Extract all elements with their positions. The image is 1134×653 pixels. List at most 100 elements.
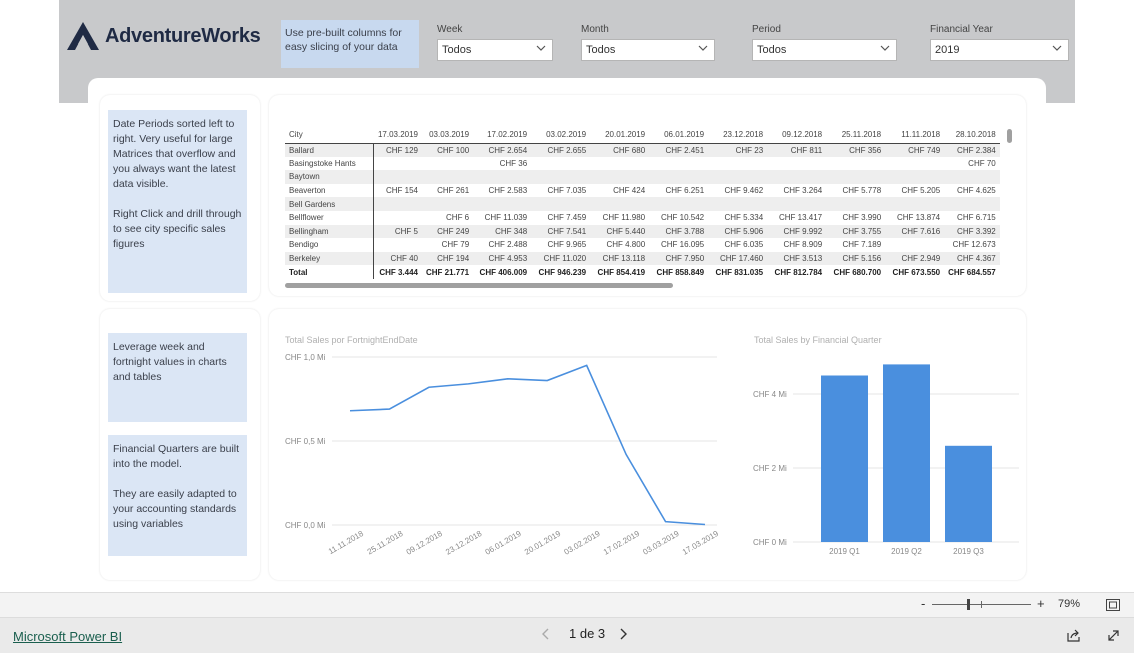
sales-cell[interactable]: CHF 3.513 [767, 251, 827, 266]
sales-cell[interactable]: CHF 424 [590, 184, 649, 198]
sales-cell[interactable] [649, 197, 709, 211]
quarter-bar[interactable] [945, 445, 992, 542]
sales-cell[interactable]: CHF 23 [708, 143, 768, 157]
sales-cell[interactable]: CHF 5.156 [826, 251, 886, 266]
sales-cell[interactable]: CHF 5.205 [885, 184, 944, 198]
sales-cell[interactable]: CHF 3.392 [944, 224, 1000, 239]
sales-cell[interactable]: CHF 6 [422, 211, 473, 225]
matrix-row[interactable]: Bell Gardens [285, 197, 1000, 211]
sales-cell[interactable] [649, 157, 708, 171]
sales-cell[interactable] [590, 170, 650, 184]
sales-cell[interactable]: CHF 70 [944, 157, 1000, 171]
sales-cell[interactable]: CHF 6.251 [649, 184, 708, 198]
sales-cell[interactable]: CHF 2.488 [473, 238, 531, 252]
sales-cell[interactable]: CHF 7.459 [531, 211, 590, 225]
column-header[interactable]: 17.03.2019 [373, 127, 422, 144]
sales-cell[interactable] [422, 197, 474, 211]
sales-cell[interactable] [885, 197, 945, 211]
matrix-row[interactable]: Berkeley CHF 40 CHF 194 CHF 4.953 CHF 11.020… [285, 251, 1000, 266]
city-cell[interactable]: Bellingham [285, 224, 374, 239]
period-dropdown[interactable]: Todos [752, 39, 897, 61]
sales-cell[interactable]: CHF 79 [422, 238, 473, 252]
zoom-slider-thumb[interactable] [967, 599, 970, 610]
sales-cell[interactable] [422, 157, 473, 171]
column-header[interactable]: 28.10.2018 [944, 127, 1000, 144]
sales-cell[interactable]: CHF 356 [826, 143, 886, 157]
sales-cell[interactable] [473, 170, 532, 184]
matrix-row[interactable]: Bellflower CHF 6 CHF 11.039 CHF 7.459 CHF 11… [285, 210, 1000, 225]
sales-cell[interactable]: CHF 11.980 [590, 211, 649, 225]
sales-cell[interactable]: CHF 7.541 [531, 224, 591, 239]
sales-cell[interactable] [826, 157, 885, 171]
sales-cell[interactable]: CHF 12.673 [944, 238, 1000, 252]
column-header[interactable]: 25.11.2018 [826, 127, 886, 144]
sales-cell[interactable]: CHF 129 [373, 143, 422, 157]
month-dropdown[interactable]: Todos [581, 39, 715, 61]
city-cell[interactable]: Berkeley [285, 251, 374, 266]
matrix-row[interactable]: Bellingham CHF 5 CHF 249 CHF 348 CHF 7.541 CH… [285, 224, 1000, 239]
sales-cell[interactable]: CHF 2.655 [531, 143, 591, 157]
sales-cell[interactable]: CHF 680 [590, 143, 650, 157]
sales-cell[interactable]: CHF 5 [373, 224, 422, 239]
sales-cell[interactable] [422, 170, 474, 184]
sales-cell[interactable]: CHF 13.874 [885, 211, 944, 225]
sales-cell[interactable] [826, 170, 886, 184]
matrix-vertical-scrollbar[interactable] [1007, 129, 1012, 143]
sales-cell[interactable]: CHF 6.035 [708, 238, 767, 252]
quarter-bar[interactable] [821, 375, 868, 543]
sales-cell[interactable] [649, 170, 709, 184]
sales-cell[interactable]: CHF 5.906 [708, 224, 768, 239]
sales-cell[interactable] [708, 197, 768, 211]
city-cell[interactable]: Bellflower [285, 210, 374, 225]
sales-cell[interactable]: CHF 261 [422, 184, 473, 198]
sales-cell[interactable] [531, 197, 591, 211]
matrix-row[interactable]: Basingstoke Hants CHF 36 CHF 70 [285, 156, 1000, 171]
sales-cell[interactable] [708, 170, 768, 184]
sales-cell[interactable]: CHF 9.992 [767, 224, 827, 239]
sales-cell[interactable]: CHF 11.039 [473, 211, 531, 225]
sales-cell[interactable] [944, 170, 1000, 184]
chevron-right-icon[interactable] [617, 628, 629, 640]
sales-cell[interactable]: CHF 13.118 [590, 251, 650, 266]
power-bi-link[interactable]: Microsoft Power BI [13, 629, 122, 644]
zoom-out-button[interactable]: - [921, 596, 925, 611]
sales-cell[interactable]: CHF 9.965 [531, 238, 590, 252]
matrix-horizontal-scrollbar[interactable] [285, 283, 673, 288]
sales-cell[interactable]: CHF 3.990 [826, 211, 885, 225]
sales-cell[interactable] [590, 197, 650, 211]
sales-cell[interactable]: CHF 17.460 [708, 251, 768, 266]
sales-cell[interactable]: CHF 7.035 [531, 184, 590, 198]
sales-cell[interactable]: CHF 4.800 [590, 238, 649, 252]
share-icon[interactable] [1067, 629, 1081, 642]
sales-cell[interactable] [373, 197, 422, 211]
financial-year-dropdown[interactable]: 2019 [930, 39, 1069, 61]
sales-matrix[interactable]: City 17.03.2019 03.03.2019 17.02.2019 03… [285, 127, 1000, 279]
city-cell[interactable]: Ballard [285, 143, 374, 157]
sales-cell[interactable]: CHF 2.583 [473, 184, 531, 198]
quarter-bar[interactable] [883, 364, 930, 542]
sales-cell[interactable]: CHF 249 [422, 224, 474, 239]
sales-cell[interactable]: CHF 11.020 [531, 251, 591, 266]
column-header[interactable]: 20.01.2019 [590, 127, 650, 144]
sales-cell[interactable]: CHF 9.462 [708, 184, 767, 198]
city-cell[interactable]: Bell Gardens [285, 197, 374, 211]
sales-line[interactable] [349, 364, 706, 526]
sales-cell[interactable]: CHF 749 [885, 143, 945, 157]
sales-cell[interactable]: CHF 3.788 [649, 224, 709, 239]
sales-cell[interactable] [944, 197, 1000, 211]
sales-cell[interactable]: CHF 4.367 [944, 251, 1000, 266]
sales-cell[interactable] [826, 197, 886, 211]
sales-cell[interactable]: CHF 5.440 [590, 224, 650, 239]
sales-cell[interactable]: CHF 10.542 [649, 211, 708, 225]
sales-cell[interactable] [373, 170, 422, 184]
sales-cell[interactable]: CHF 3.264 [767, 184, 826, 198]
column-header[interactable]: 09.12.2018 [767, 127, 827, 144]
sales-cell[interactable]: CHF 100 [422, 143, 474, 157]
sales-cell[interactable]: CHF 4.625 [944, 184, 1000, 198]
city-cell[interactable]: Basingstoke Hants [285, 156, 374, 171]
sales-cell[interactable]: CHF 13.417 [767, 211, 826, 225]
line-chart[interactable]: CHF 0,0 Mi CHF 0,5 Mi CHF 1,0 Mi 11.11.2018… [269, 309, 739, 580]
sales-cell[interactable]: CHF 811 [767, 143, 827, 157]
sales-cell[interactable]: CHF 348 [473, 224, 532, 239]
column-header[interactable]: 03.02.2019 [531, 127, 591, 144]
